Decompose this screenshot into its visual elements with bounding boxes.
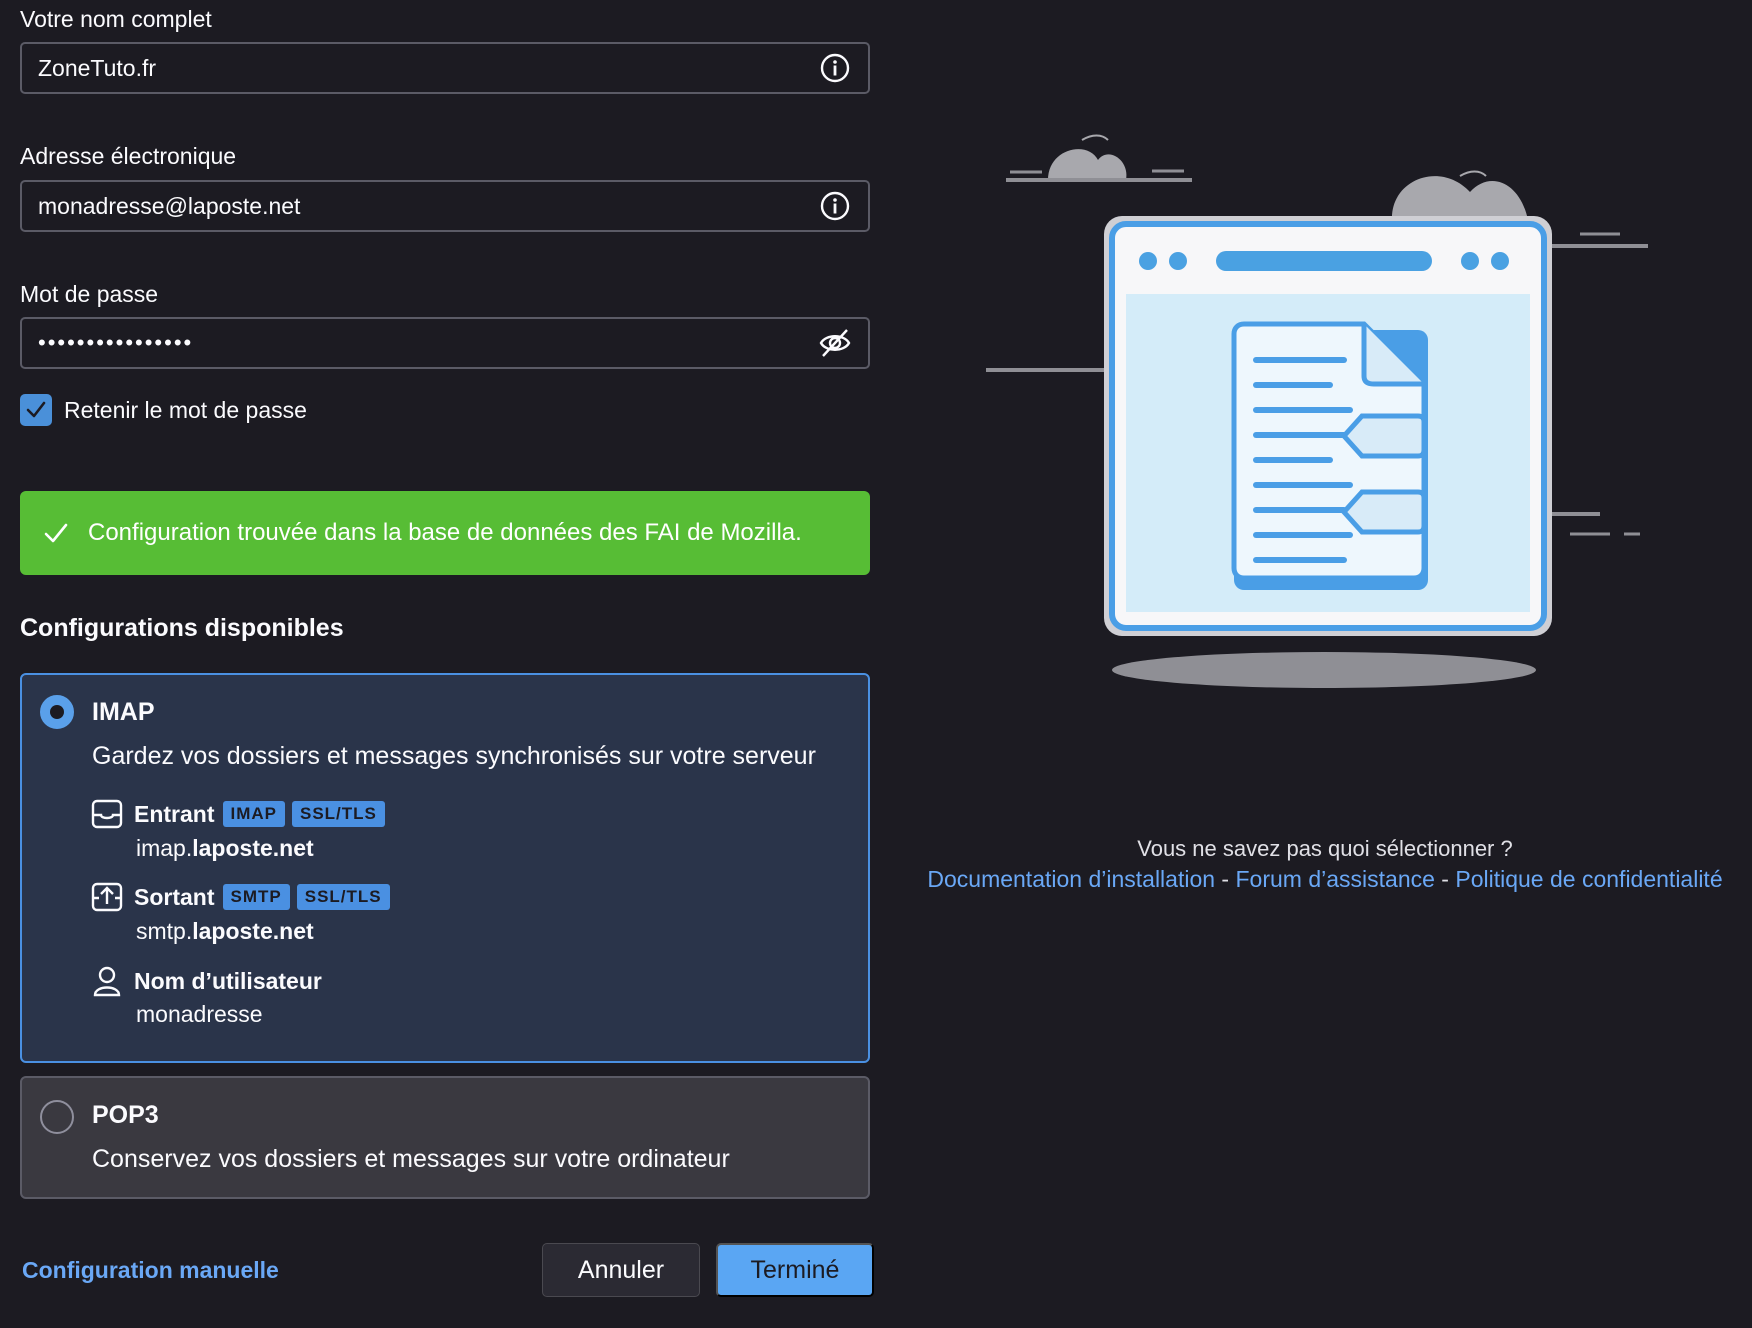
done-button[interactable]: Terminé	[716, 1243, 874, 1297]
privacy-policy-link[interactable]: Politique de confidentialité	[1455, 866, 1722, 892]
help-question: Vous ne savez pas quoi sélectionner ?	[1137, 836, 1513, 861]
check-icon	[44, 523, 68, 543]
info-icon[interactable]	[818, 189, 852, 223]
help-links: Documentation d’installation - Forum d’a…	[900, 866, 1750, 893]
name-field[interactable]: ZoneTuto.fr	[20, 42, 870, 94]
support-forum-link[interactable]: Forum d’assistance	[1236, 866, 1435, 892]
manual-config-link[interactable]: Configuration manuelle	[22, 1257, 279, 1284]
imap-desc: Gardez vos dossiers et messages synchron…	[92, 742, 816, 770]
outgoing-host: smtp.laposte.net	[136, 918, 314, 944]
incoming-security-badge: SSL/TLS	[292, 801, 385, 827]
password-value: ••••••••••••••••	[38, 330, 194, 355]
incoming-row: Entrant IMAP SSL/TLS	[90, 797, 392, 831]
cancel-button[interactable]: Annuler	[542, 1243, 700, 1297]
separator: -	[1434, 866, 1456, 892]
imap-title: IMAP	[92, 698, 155, 726]
imap-option-card[interactable]: IMAP Gardez vos dossiers et messages syn…	[20, 673, 870, 1063]
banner-text: Configuration trouvée dans la base de do…	[88, 519, 802, 546]
pop3-option-card[interactable]: POP3 Conservez vos dossiers et messages …	[20, 1076, 870, 1199]
inbox-icon	[90, 797, 124, 831]
name-label: Votre nom complet	[20, 6, 212, 32]
pop3-desc: Conservez vos dossiers et messages sur v…	[92, 1145, 730, 1173]
password-label: Mot de passe	[20, 281, 159, 307]
outbox-icon	[90, 880, 124, 914]
email-label: Adresse électronique	[20, 143, 237, 169]
separator: -	[1215, 866, 1236, 892]
checkmark-icon	[26, 401, 46, 418]
eye-slash-icon[interactable]	[818, 326, 852, 360]
remember-password-row[interactable]: Retenir le mot de passe	[20, 394, 307, 426]
password-field[interactable]: ••••••••••••••••	[20, 317, 870, 369]
configs-title: Configurations disponibles	[20, 614, 344, 642]
user-icon	[90, 964, 124, 998]
outgoing-protocol-badge: SMTP	[222, 884, 290, 910]
outgoing-security-badge: SSL/TLS	[296, 884, 390, 910]
remember-label: Retenir le mot de passe	[64, 396, 307, 423]
installation-docs-link[interactable]: Documentation d’installation	[927, 866, 1215, 892]
email-value: monadresse@laposte.net	[38, 192, 301, 219]
cloud-left	[1006, 134, 1192, 182]
incoming-protocol-badge: IMAP	[222, 801, 285, 827]
outgoing-row: Sortant SMTP SSL/TLS	[90, 880, 397, 914]
username-value: monadresse	[136, 1001, 263, 1027]
remember-checkbox[interactable]	[20, 394, 52, 426]
name-value: ZoneTuto.fr	[38, 54, 157, 81]
info-icon[interactable]	[818, 51, 852, 85]
outgoing-label: Sortant	[134, 883, 215, 910]
username-row: Nom d’utilisateur	[90, 964, 330, 998]
username-label: Nom d’utilisateur	[134, 967, 322, 994]
pop3-title: POP3	[92, 1101, 159, 1129]
illustration	[980, 120, 1660, 700]
incoming-label: Entrant	[134, 800, 215, 827]
config-found-banner: Configuration trouvée dans la base de do…	[20, 491, 870, 575]
imap-radio[interactable]	[40, 695, 74, 729]
pop3-radio[interactable]	[40, 1100, 74, 1134]
email-field[interactable]: monadresse@laposte.net	[20, 180, 870, 232]
incoming-host: imap.laposte.net	[136, 835, 314, 861]
